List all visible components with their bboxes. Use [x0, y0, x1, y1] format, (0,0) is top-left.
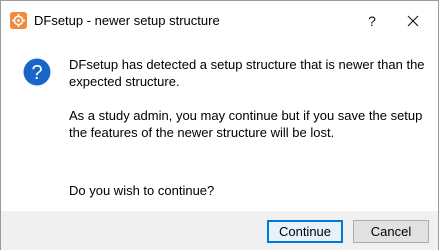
dfsetup-app-icon — [10, 12, 27, 29]
message-warning: As a study admin, you may continue but i… — [69, 108, 423, 140]
message-question: Do you wish to continue? — [69, 183, 215, 198]
question-icon: ? — [23, 58, 51, 86]
continue-button[interactable]: Continue — [267, 220, 343, 243]
button-bar: Continue Cancel — [1, 211, 438, 250]
close-icon — [407, 15, 419, 27]
svg-text:?: ? — [31, 62, 42, 84]
help-button[interactable]: ? — [352, 7, 392, 35]
message-detected: DFsetup has detected a setup structure t… — [69, 57, 425, 89]
title-bar[interactable]: DFsetup - newer setup structure ? — [1, 1, 438, 41]
cancel-button[interactable]: Cancel — [353, 220, 429, 243]
window-title: DFsetup - newer setup structure — [34, 13, 220, 28]
dialog-window: DFsetup - newer setup structure ? ? DFse… — [0, 0, 439, 250]
close-button[interactable] — [392, 7, 434, 35]
